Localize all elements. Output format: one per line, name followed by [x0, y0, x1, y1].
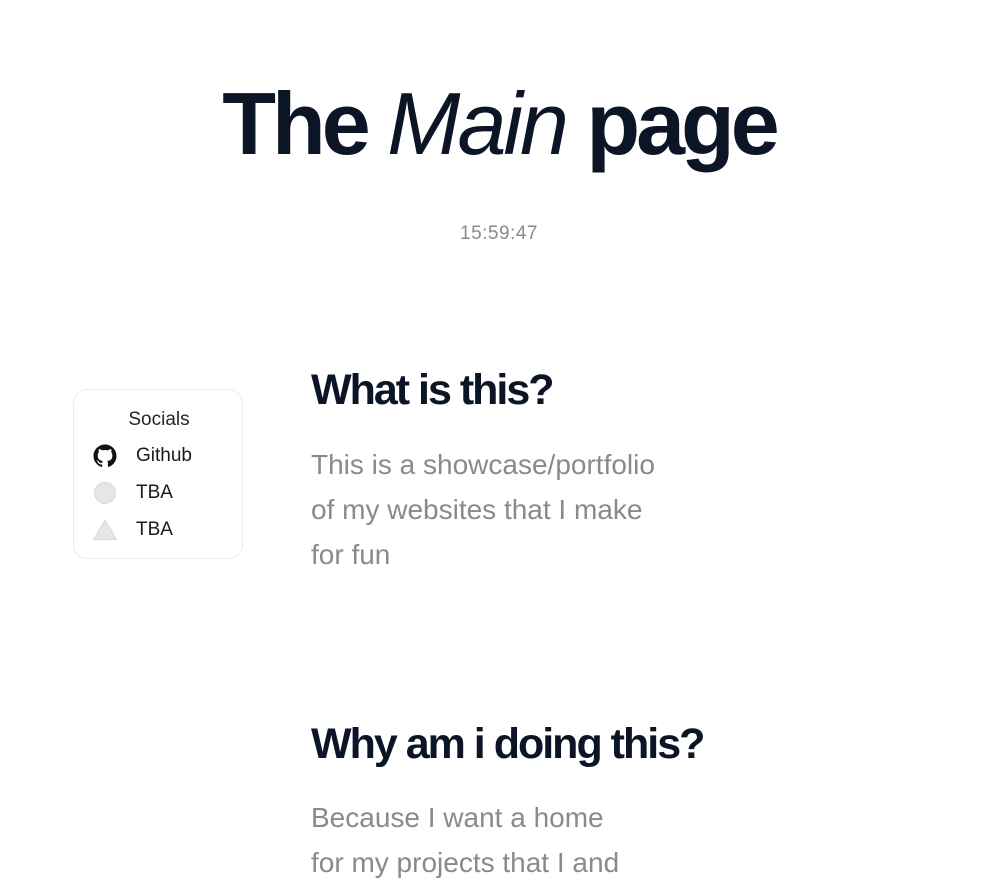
section-heading-why: Why am i doing this? — [311, 720, 705, 768]
section-text-what: This is a showcase/portfolio of my websi… — [311, 442, 731, 577]
section-text-line: for fun — [311, 539, 391, 570]
socials-title: Socials — [128, 409, 190, 430]
social-link-tba-1[interactable]: TBA — [92, 480, 232, 506]
section-text-why: Because I want a home for my projects th… — [311, 795, 731, 885]
social-link-label: TBA — [136, 519, 173, 540]
section-text-line: for my projects that I and — [311, 847, 620, 878]
page-title-part-1: The — [222, 74, 370, 173]
github-icon — [92, 443, 118, 469]
section-text-line: This is a showcase/portfolio — [311, 449, 655, 480]
clock: 15:59:47 — [460, 223, 538, 244]
section-text-line: of my websites that I make — [311, 494, 643, 525]
section-text-line: Because I want a home — [311, 802, 604, 833]
page-title-part-3: page — [586, 74, 779, 173]
triangle-placeholder-icon — [92, 517, 118, 543]
page-title-part-2: Main — [387, 74, 569, 173]
socials-card: Socials Github TBA TBA — [73, 389, 243, 559]
social-link-github[interactable]: Github — [92, 443, 232, 469]
social-link-label: Github — [136, 445, 192, 466]
page-title: The Main page — [0, 74, 998, 174]
social-link-label: TBA — [136, 482, 173, 503]
social-link-tba-2[interactable]: TBA — [92, 517, 232, 543]
section-heading-what: What is this? — [311, 366, 555, 414]
circle-placeholder-icon — [92, 480, 118, 506]
